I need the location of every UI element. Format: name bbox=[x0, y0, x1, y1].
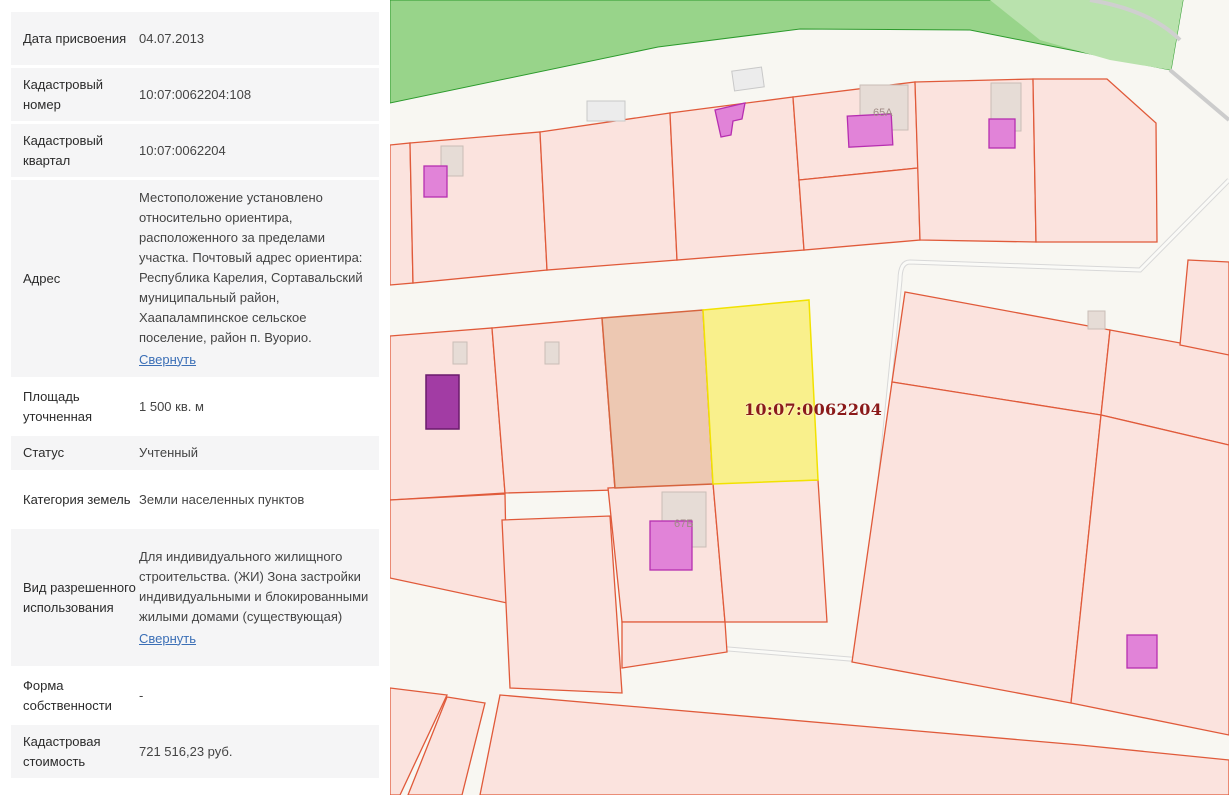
row-label: Форма собственности bbox=[23, 677, 112, 713]
row-value: 1 500 кв. м bbox=[139, 398, 204, 414]
row-cadastral-quarter: Кадастровый квартал 10:07:0062204 bbox=[11, 124, 379, 177]
row-label: Адрес bbox=[23, 270, 61, 286]
parcel[interactable] bbox=[409, 131, 548, 284]
collapse-address-link[interactable]: Свернуть bbox=[139, 350, 196, 370]
building-footprint bbox=[544, 341, 560, 365]
info-panel: Дата присвоения 04.07.2013 Кадастровый н… bbox=[0, 0, 390, 795]
row-value: - bbox=[139, 687, 144, 703]
row-address: Адрес Местоположение установлено относит… bbox=[11, 180, 379, 377]
row-label: Кадастровая стоимость bbox=[23, 733, 101, 769]
outbuilding bbox=[586, 100, 626, 122]
building[interactable] bbox=[988, 118, 1016, 149]
row-permitted-use: Вид разрешенного использования Для индив… bbox=[11, 529, 379, 666]
map-canvas[interactable]: 65А 67Б bbox=[390, 0, 1229, 795]
row-cadastral-value: Кадастровая стоимость 721 516,23 руб. bbox=[11, 725, 379, 778]
quarter-label: 10:07:0062204 bbox=[744, 400, 883, 419]
row-area: Площадь уточненная 1 500 кв. м bbox=[11, 380, 379, 433]
row-status: Статус Учтенный bbox=[11, 436, 379, 470]
row-value: 721 516,23 руб. bbox=[139, 743, 233, 759]
row-label: Площадь уточненная bbox=[23, 388, 93, 424]
selected-parcel[interactable] bbox=[702, 299, 819, 485]
outbuilding bbox=[731, 66, 765, 92]
parcel[interactable] bbox=[851, 381, 1102, 704]
parcel[interactable] bbox=[390, 493, 508, 604]
building[interactable] bbox=[1126, 634, 1158, 669]
row-value: Местоположение установлено относительно … bbox=[139, 188, 379, 370]
row-label: Категория земель bbox=[23, 491, 131, 507]
permitted-use-text: Для индивидуального жилищного строительс… bbox=[139, 548, 369, 624]
address-text: Местоположение установлено относительно … bbox=[139, 189, 363, 345]
building-footprint bbox=[452, 341, 468, 365]
house-label-65a: 65А bbox=[873, 107, 893, 119]
details-list: Дата присвоения 04.07.2013 Кадастровый н… bbox=[11, 12, 379, 781]
row-value: 10:07:0062204:108 bbox=[139, 86, 252, 102]
row-label: Вид разрешенного использования bbox=[23, 579, 136, 615]
collapse-use-link[interactable]: Свернуть bbox=[139, 629, 196, 649]
row-value: Учтенный bbox=[139, 445, 199, 460]
parcel[interactable] bbox=[390, 142, 414, 286]
parcel[interactable] bbox=[798, 167, 921, 251]
row-label: Кадастровый квартал bbox=[23, 132, 104, 168]
cadastral-map[interactable]: 65А 67Б 10:07:0062204 bbox=[390, 0, 1229, 795]
row-label: Дата присвоения bbox=[23, 30, 127, 46]
row-value: 04.07.2013 bbox=[139, 30, 205, 46]
building-footprint bbox=[1087, 310, 1106, 330]
parcel[interactable] bbox=[1032, 78, 1158, 243]
row-cadastral-number: Кадастровый номер 10:07:0062204:108 bbox=[11, 68, 379, 121]
row-date: Дата присвоения 04.07.2013 bbox=[11, 12, 379, 65]
row-value: 10:07:0062204 bbox=[139, 142, 226, 158]
row-label: Статус bbox=[23, 445, 65, 460]
parcel[interactable] bbox=[669, 96, 805, 261]
row-value: Земли населенных пунктов bbox=[139, 491, 305, 507]
road-line bbox=[1168, 68, 1229, 122]
row-category: Категория земель Земли населенных пункто… bbox=[11, 473, 379, 526]
building[interactable] bbox=[423, 165, 448, 198]
parcel[interactable] bbox=[539, 112, 678, 271]
parcel[interactable] bbox=[712, 479, 828, 623]
row-ownership: Форма собственности - bbox=[11, 669, 379, 722]
parcel[interactable] bbox=[1179, 259, 1229, 356]
parcel[interactable] bbox=[501, 515, 623, 694]
building-dark[interactable] bbox=[425, 374, 460, 430]
adjacent-parcel[interactable] bbox=[601, 309, 714, 489]
row-value: Для индивидуального жилищного строительс… bbox=[139, 547, 379, 649]
house-label-67b: 67Б bbox=[674, 518, 693, 530]
parcel[interactable] bbox=[621, 621, 728, 669]
row-label: Кадастровый номер bbox=[23, 76, 104, 112]
